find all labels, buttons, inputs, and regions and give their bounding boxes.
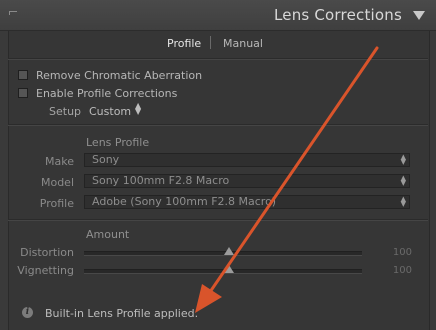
profile-select[interactable]: Adobe (Sony 100mm F2.8 Macro) ▲ ▼ (84, 195, 410, 209)
setup-dropdown[interactable]: Custom (89, 105, 131, 118)
enable-profile-corrections-checkbox[interactable] (18, 88, 28, 98)
vignetting-label: Vignetting (17, 264, 74, 277)
make-select[interactable]: Sony ▲ ▼ (84, 153, 410, 167)
select-arrows-icon: ▲ ▼ (400, 153, 406, 166)
lens-profile-heading: Lens Profile (86, 136, 150, 149)
divider (8, 219, 428, 221)
panel-header[interactable]: Lens Corrections (0, 0, 436, 31)
tab-separator (210, 36, 211, 49)
distortion-value[interactable]: 100 (384, 247, 412, 258)
tab-profile[interactable]: Profile (167, 37, 201, 50)
distortion-slider[interactable] (84, 247, 362, 256)
vignetting-slider[interactable] (84, 265, 362, 274)
vignetting-slider-thumb[interactable] (224, 265, 234, 273)
setup-label: Setup (49, 105, 82, 118)
amount-heading: Amount (86, 228, 130, 241)
info-icon: i (22, 307, 33, 318)
model-value: Sony 100mm F2.8 Macro (92, 174, 230, 187)
select-arrows-icon: ▲ ▼ (400, 174, 406, 187)
enable-profile-corrections-label[interactable]: Enable Profile Corrections (36, 87, 177, 100)
remove-chromatic-aberration-checkbox[interactable] (18, 70, 28, 80)
make-value: Sony (92, 153, 120, 166)
select-arrows-icon: ▲ ▼ (400, 195, 406, 208)
profile-value: Adobe (Sony 100mm F2.8 Macro) (92, 195, 277, 208)
make-label: Make (45, 155, 74, 168)
panel-title[interactable]: Lens Corrections (274, 6, 402, 24)
setup-stepper-icon[interactable]: ▲ ▼ (135, 102, 141, 116)
distortion-slider-thumb[interactable] (224, 247, 234, 255)
divider (8, 58, 428, 60)
status-message: Built-in Lens Profile applied. (45, 307, 199, 320)
profile-label: Profile (39, 197, 74, 210)
vignetting-value[interactable]: 100 (384, 265, 412, 276)
collapse-triangle-icon[interactable] (413, 11, 425, 20)
divider (8, 124, 428, 126)
panel-corner-mark (9, 11, 17, 15)
model-select[interactable]: Sony 100mm F2.8 Macro ▲ ▼ (84, 174, 410, 188)
remove-chromatic-aberration-label[interactable]: Remove Chromatic Aberration (36, 69, 202, 82)
distortion-label: Distortion (20, 246, 74, 259)
tab-bar: Profile Manual (0, 36, 436, 51)
tab-manual[interactable]: Manual (223, 37, 263, 50)
model-label: Model (40, 176, 74, 189)
